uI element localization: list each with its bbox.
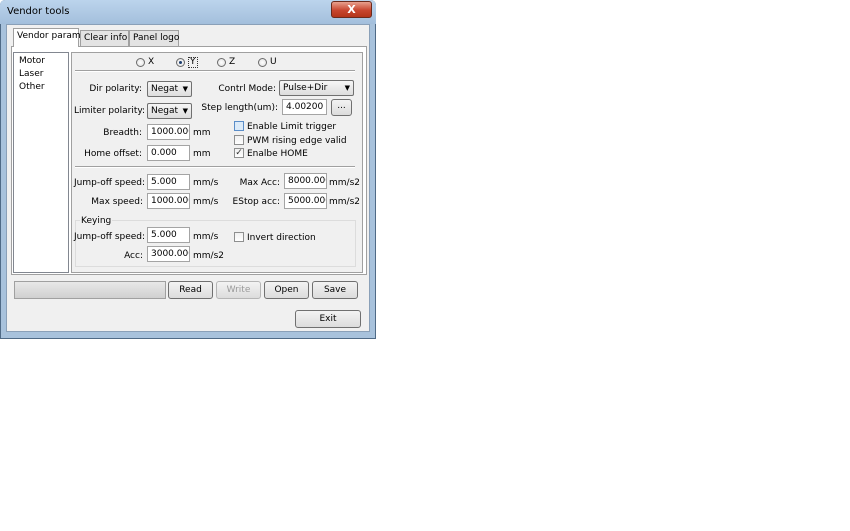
axis-x-radio[interactable] [136, 58, 145, 67]
max-acc-input[interactable]: 8000.000 [284, 173, 327, 189]
enable-limit-trigger-label: Enable Limit trigger [247, 122, 337, 132]
keying-acc-input[interactable]: 3000.000 [147, 246, 190, 262]
pwm-rising-edge-checkbox[interactable] [234, 135, 244, 145]
axis-y-radio[interactable] [176, 58, 185, 67]
separator-top [75, 70, 355, 72]
list-item-other[interactable]: Other [19, 82, 45, 92]
jump-off-speed-input[interactable]: 5.000 [147, 174, 190, 190]
home-offset-label: Home offset: [84, 149, 142, 159]
chevron-down-icon: ▼ [182, 107, 188, 115]
home-offset-unit: mm [193, 149, 211, 159]
tab-clear-info[interactable]: Clear info [80, 30, 129, 46]
max-speed-input[interactable]: 1000.000 [147, 193, 190, 209]
estop-acc-unit: mm/s2 [329, 197, 360, 207]
max-acc-unit: mm/s2 [329, 178, 360, 188]
step-length-label: Step length(um): [201, 103, 278, 113]
keying-jump-off-speed-label: Jump-off speed: [74, 232, 146, 242]
chevron-down-icon: ▼ [344, 84, 350, 92]
pwm-rising-edge-label: PWM rising edge valid [247, 136, 347, 146]
control-mode-select[interactable]: Pulse+Dir ▼ [279, 80, 354, 96]
jump-off-speed-unit: mm/s [193, 178, 219, 188]
home-offset-input[interactable]: 0.000 [147, 145, 190, 161]
list-item-motor[interactable]: Motor [19, 56, 45, 66]
exit-button[interactable]: Exit [295, 310, 361, 328]
step-length-input[interactable]: 4.00200 [282, 99, 327, 115]
breadth-label: Breadth: [103, 128, 142, 138]
progress-bar [14, 281, 166, 299]
separator-middle [75, 166, 355, 168]
axis-y-label: Y [188, 57, 198, 68]
open-button[interactable]: Open [264, 281, 309, 299]
keying-acc-unit: mm/s2 [193, 251, 224, 261]
estop-acc-input[interactable]: 5000.000 [284, 193, 327, 209]
read-button[interactable]: Read [168, 281, 213, 299]
window-title: Vendor tools [7, 6, 70, 17]
invert-direction-label: Invert direction [247, 233, 316, 243]
keying-acc-label: Acc: [124, 251, 143, 261]
save-button[interactable]: Save [312, 281, 358, 299]
axis-z-radio[interactable] [217, 58, 226, 67]
breadth-unit: mm [193, 128, 211, 138]
enable-home-checkbox[interactable]: ✓ [234, 148, 244, 158]
close-button[interactable]: X [331, 1, 372, 18]
dir-polarity-label: Dir polarity: [89, 84, 142, 94]
max-acc-label: Max Acc: [239, 178, 280, 188]
chevron-down-icon: ▼ [182, 85, 188, 93]
enable-home-label: Enalbe HOME [247, 149, 308, 159]
max-speed-unit: mm/s [193, 197, 219, 207]
jump-off-speed-label: Jump-off speed: [74, 178, 146, 188]
dir-polarity-select[interactable]: Negat ▼ [147, 81, 192, 97]
axis-u-label: U [270, 57, 277, 67]
axis-u-radio[interactable] [258, 58, 267, 67]
tab-panel-logo[interactable]: Panel logo [129, 30, 179, 46]
control-mode-label: Contrl Mode: [218, 84, 276, 94]
keying-jump-off-speed-input[interactable]: 5.000 [147, 227, 190, 243]
list-item-laser[interactable]: Laser [19, 69, 43, 79]
tab-vendor-param[interactable]: Vendor param [13, 28, 81, 47]
axis-x-label: X [148, 57, 155, 67]
enable-limit-trigger-checkbox[interactable] [234, 121, 244, 131]
axis-z-label: Z [229, 57, 236, 67]
limiter-polarity-label: Limiter polarity: [74, 106, 146, 116]
max-speed-label: Max speed: [91, 197, 143, 207]
keying-jump-off-speed-unit: mm/s [193, 232, 219, 242]
invert-direction-checkbox[interactable] [234, 232, 244, 242]
keying-group-title: Keying [80, 216, 113, 226]
limiter-polarity-select[interactable]: Negat ▼ [147, 103, 192, 119]
step-length-browse-button[interactable]: ... [331, 99, 352, 116]
category-list[interactable]: Motor Laser Other [13, 52, 69, 273]
estop-acc-label: EStop acc: [232, 197, 280, 207]
write-button[interactable]: Write [216, 281, 261, 299]
breadth-input[interactable]: 1000.000 [147, 124, 190, 140]
